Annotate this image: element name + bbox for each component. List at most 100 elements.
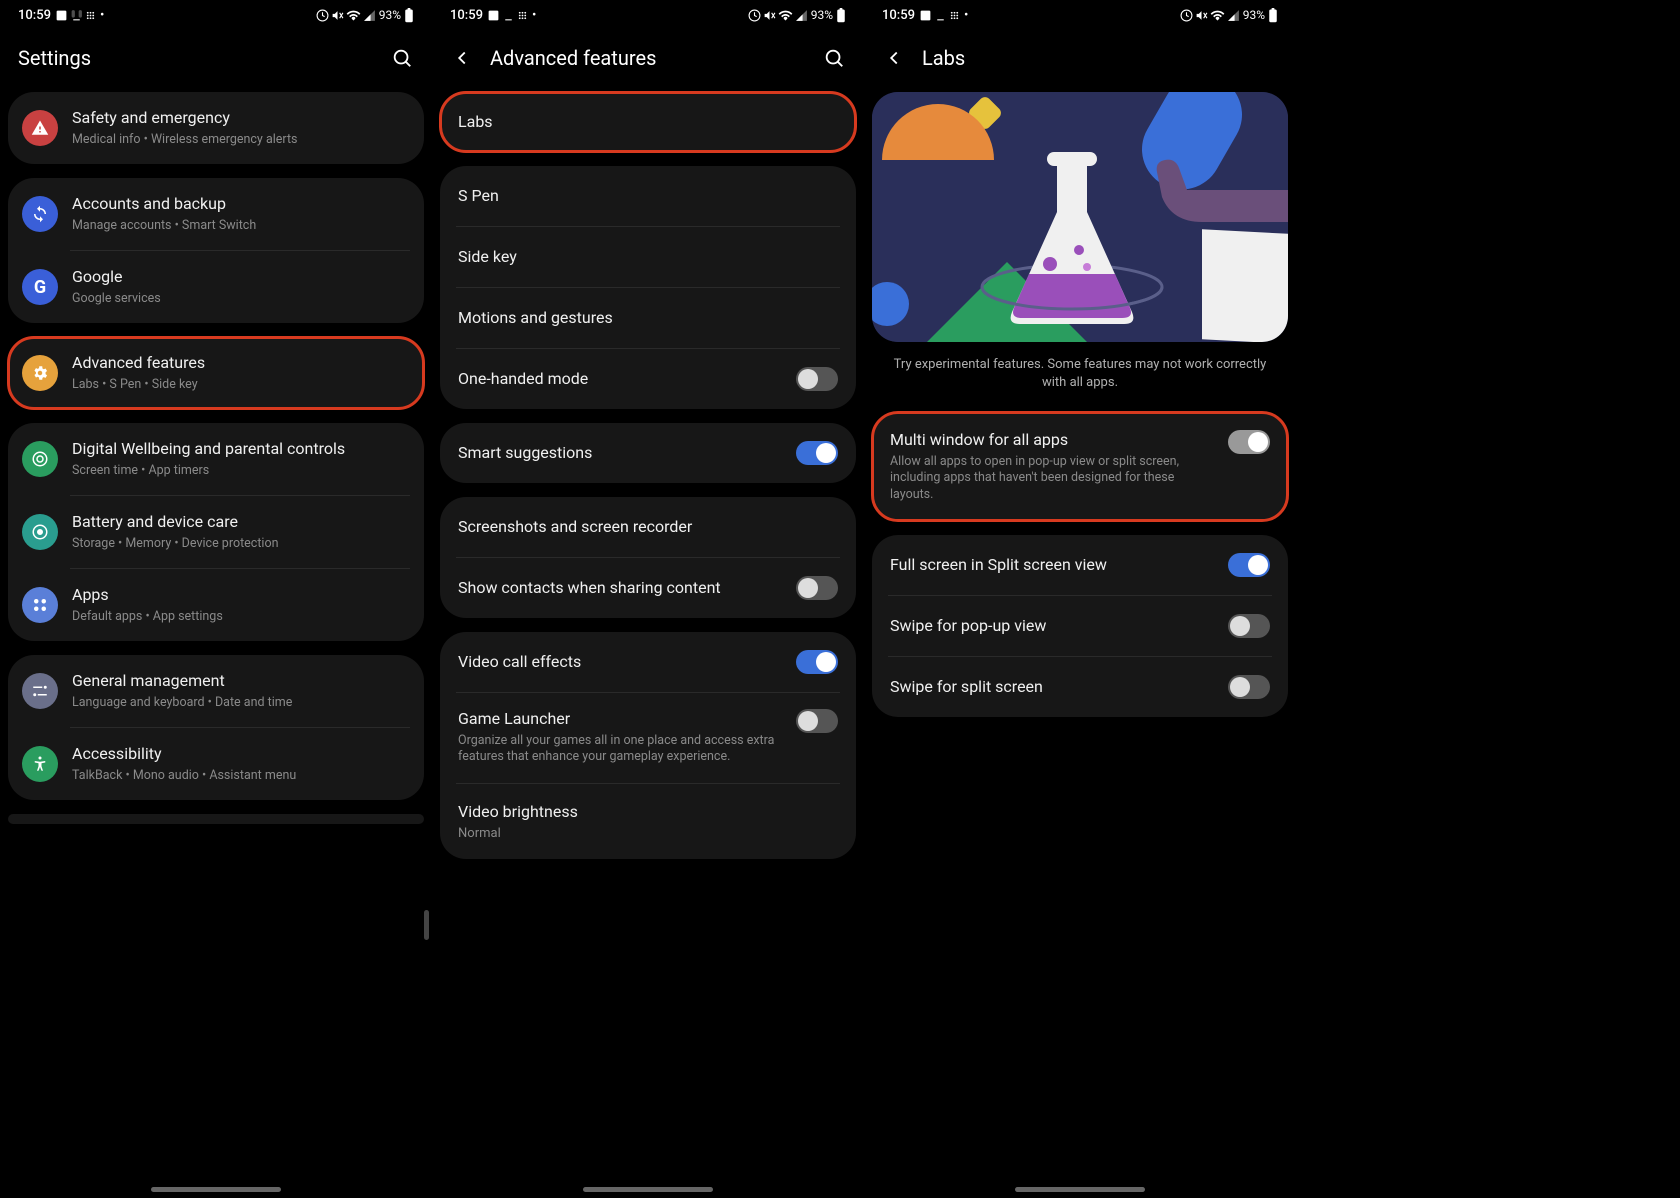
- row-spen[interactable]: S Pen: [440, 166, 856, 226]
- back-button[interactable]: [882, 46, 906, 70]
- google-icon: G: [22, 269, 58, 305]
- back-button[interactable]: [450, 46, 474, 70]
- row-game-launcher[interactable]: Game Launcher Organize all your games al…: [440, 693, 856, 783]
- page-title: Labs: [922, 46, 1278, 70]
- row-title: Accounts and backup: [72, 194, 410, 215]
- settings-row-accessibility[interactable]: Accessibility TalkBack • Mono audio • As…: [8, 728, 424, 800]
- row-title: Motions and gestures: [458, 308, 613, 329]
- battery-icon: [836, 8, 846, 23]
- apps-icon: [22, 587, 58, 623]
- advanced-icon: [22, 355, 58, 391]
- accessibility-icon: [22, 746, 58, 782]
- row-title: Video call effects: [458, 652, 782, 673]
- status-left-icons: •: [487, 8, 536, 23]
- settings-row-general[interactable]: General management Language and keyboard…: [8, 655, 424, 727]
- search-button[interactable]: [822, 46, 846, 70]
- status-right-icons: [316, 9, 376, 22]
- status-bar: 10:59 • 93%: [0, 0, 432, 30]
- row-title: Advanced features: [72, 353, 410, 374]
- battery-icon: [404, 8, 414, 23]
- row-value: Normal: [458, 826, 838, 841]
- clock: 10:59: [450, 8, 483, 23]
- labs-description: Try experimental features. Some features…: [864, 356, 1296, 412]
- safety-icon: [22, 110, 58, 146]
- toggle-video-call[interactable]: [796, 650, 838, 674]
- settings-row-advanced-features[interactable]: Advanced features Labs • S Pen • Side ke…: [8, 337, 424, 409]
- search-icon: [391, 47, 413, 69]
- row-side-key[interactable]: Side key: [440, 227, 856, 287]
- settings-row-accounts[interactable]: Accounts and backup Manage accounts • Sm…: [8, 178, 424, 250]
- row-smart-suggestions[interactable]: Smart suggestions: [440, 423, 856, 483]
- battery-text: 93%: [1243, 8, 1265, 22]
- status-bar: 10:59 • 93%: [432, 0, 864, 30]
- row-title: S Pen: [458, 186, 499, 207]
- row-title: Apps: [72, 585, 410, 606]
- row-title: Battery and device care: [72, 512, 410, 533]
- row-multi-window[interactable]: Multi window for all apps Allow all apps…: [872, 412, 1288, 521]
- toggle-smart-suggestions[interactable]: [796, 441, 838, 465]
- labs-screen: 10:59 • 93% Labs: [864, 0, 1296, 1198]
- chevron-left-icon: [883, 47, 905, 69]
- search-button[interactable]: [390, 46, 414, 70]
- nav-bar[interactable]: [1015, 1187, 1145, 1192]
- toggle-game-launcher[interactable]: [796, 709, 838, 733]
- toggle-full-screen-split[interactable]: [1228, 553, 1270, 577]
- row-title: Show contacts when sharing content: [458, 578, 782, 599]
- row-sub: Language and keyboard • Date and time: [72, 695, 410, 711]
- row-sub: TalkBack • Mono audio • Assistant menu: [72, 768, 410, 784]
- row-sub: Medical info • Wireless emergency alerts: [72, 132, 410, 148]
- settings-row-apps[interactable]: Apps Default apps • App settings: [8, 569, 424, 641]
- settings-screen: 10:59 • 93% Settings: [0, 0, 432, 1198]
- nav-bar[interactable]: [583, 1187, 713, 1192]
- status-right-icons: [1180, 9, 1240, 22]
- labs-illustration: [872, 92, 1288, 342]
- status-left-icons: •: [55, 8, 104, 23]
- row-title: Smart suggestions: [458, 443, 782, 464]
- toggle-multi-window[interactable]: [1228, 430, 1270, 454]
- settings-row-google[interactable]: G Google Google services: [8, 251, 424, 323]
- toggle-show-contacts[interactable]: [796, 576, 838, 600]
- row-title: Swipe for split screen: [890, 677, 1214, 698]
- nav-bar[interactable]: [151, 1187, 281, 1192]
- row-sub: Manage accounts • Smart Switch: [72, 218, 410, 234]
- row-sub: Organize all your games all in one place…: [458, 733, 782, 766]
- row-motions[interactable]: Motions and gestures: [440, 288, 856, 348]
- row-title: General management: [72, 671, 410, 692]
- row-full-screen-split[interactable]: Full screen in Split screen view: [872, 535, 1288, 595]
- status-left-icons: •: [919, 8, 968, 23]
- row-one-handed[interactable]: One-handed mode: [440, 349, 856, 409]
- toggle-swipe-popup[interactable]: [1228, 614, 1270, 638]
- settings-row-wellbeing[interactable]: Digital Wellbeing and parental controls …: [8, 423, 424, 495]
- row-title: Full screen in Split screen view: [890, 555, 1214, 576]
- row-show-contacts[interactable]: Show contacts when sharing content: [440, 558, 856, 618]
- settings-row-safety[interactable]: Safety and emergency Medical info • Wire…: [8, 92, 424, 164]
- scrollbar-thumb[interactable]: [424, 910, 429, 940]
- row-title: One-handed mode: [458, 369, 782, 390]
- toggle-one-handed[interactable]: [796, 367, 838, 391]
- row-video-call[interactable]: Video call effects: [440, 632, 856, 692]
- row-video-brightness[interactable]: Video brightness Normal: [440, 784, 856, 859]
- row-title: Game Launcher: [458, 709, 782, 730]
- battery-care-icon: [22, 514, 58, 550]
- general-icon: [22, 673, 58, 709]
- row-title: Side key: [458, 247, 517, 268]
- row-swipe-split[interactable]: Swipe for split screen: [872, 657, 1288, 717]
- accounts-icon: [22, 196, 58, 232]
- toggle-swipe-split[interactable]: [1228, 675, 1270, 699]
- settings-row-battery[interactable]: Battery and device care Storage • Memory…: [8, 496, 424, 568]
- wellbeing-icon: [22, 441, 58, 477]
- row-screenshots[interactable]: Screenshots and screen recorder: [440, 497, 856, 557]
- row-sub: Allow all apps to open in pop-up view or…: [890, 454, 1214, 503]
- row-swipe-popup[interactable]: Swipe for pop-up view: [872, 596, 1288, 656]
- row-sub: Storage • Memory • Device protection: [72, 536, 410, 552]
- status-right-icons: [748, 9, 808, 22]
- row-title: Labs: [458, 112, 493, 133]
- page-title: Settings: [18, 46, 374, 70]
- row-title: Digital Wellbeing and parental controls: [72, 439, 410, 460]
- row-labs[interactable]: Labs: [440, 92, 856, 152]
- row-sub: Google services: [72, 291, 410, 307]
- row-title: Multi window for all apps: [890, 430, 1214, 451]
- clock: 10:59: [882, 8, 915, 23]
- row-sub: Labs • S Pen • Side key: [72, 377, 410, 393]
- row-title: Video brightness: [458, 802, 838, 823]
